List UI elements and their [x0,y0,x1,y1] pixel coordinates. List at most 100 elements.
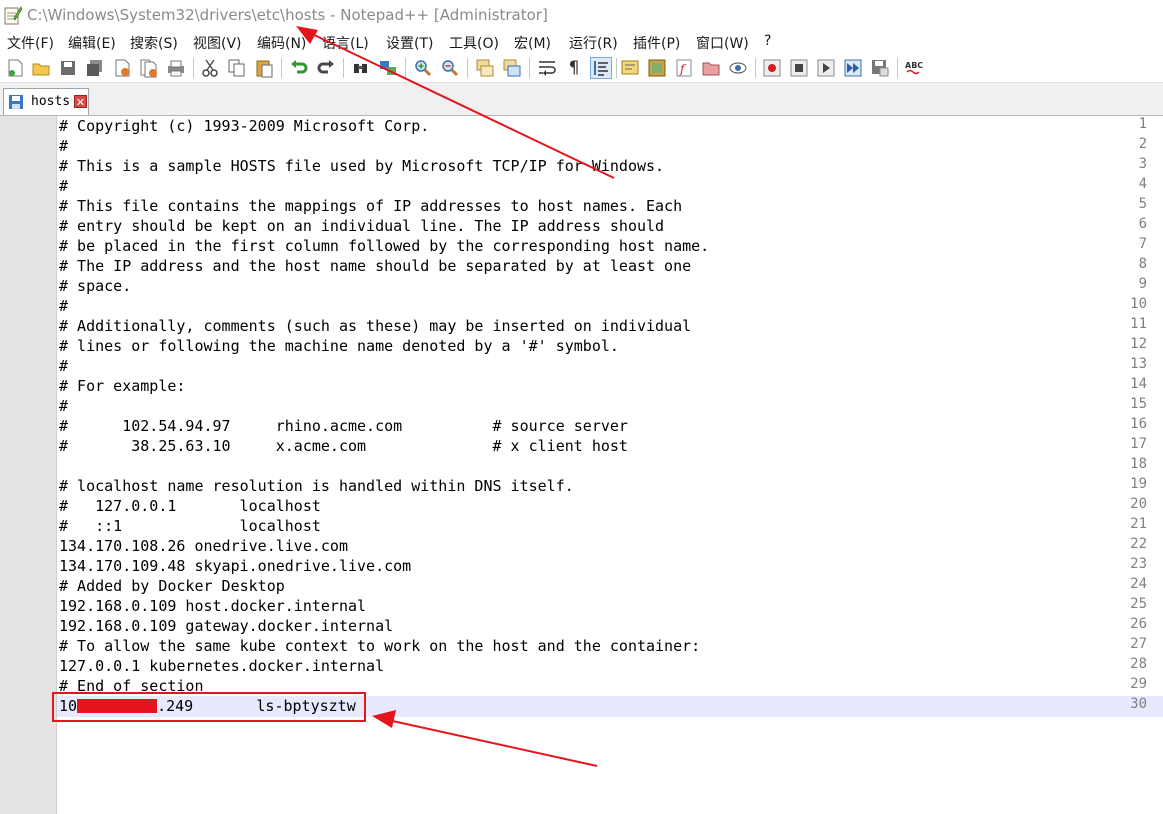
code-line-27[interactable]: # To allow the same kube context to work… [59,636,700,656]
menu-edit[interactable]: 编辑(E) [68,33,116,53]
save-macro-icon[interactable] [870,58,890,78]
code-line-19[interactable]: # localhost name resolution is handled w… [59,476,574,496]
saved-file-icon [9,95,23,109]
code-line-17[interactable]: # 38.25.63.10 x.acme.com # x client host [59,436,628,456]
zoom-out-icon[interactable] [440,58,460,78]
zoom-in-icon[interactable] [413,58,433,78]
toolbar-separator [405,58,406,78]
editor-area[interactable]: 30 10.249 ls-bptysztw 1 # Copyright (c) 1… [0,116,1163,814]
code-line-12[interactable]: # lines or following the machine name de… [59,336,619,356]
code-line-7[interactable]: # be placed in the first column followed… [59,236,709,256]
menu-window[interactable]: 窗口(W) [696,33,749,53]
line-number: 25 [1130,596,1147,612]
find-icon[interactable] [351,58,371,78]
toolbar-separator [343,58,344,78]
copy-icon[interactable] [227,58,247,78]
code-line-29[interactable]: # End of section [59,676,204,696]
code-line-6[interactable]: # entry should be kept on an individual … [59,216,664,236]
line-number-gutter [0,116,57,814]
line-number: 16 [1130,416,1147,432]
menu-macro[interactable]: 宏(M) [514,33,551,53]
toolbar-separator [897,58,898,78]
code-line-8[interactable]: # The IP address and the host name shoul… [59,256,691,276]
open-file-icon[interactable] [31,58,51,78]
code-line-22[interactable]: 134.170.108.26 onedrive.live.com [59,536,348,556]
menu-help[interactable]: ? [764,33,771,49]
close-all-icon[interactable] [139,58,159,78]
menu-encoding[interactable]: 编码(N) [257,33,306,53]
code-line-2[interactable]: # [59,136,68,156]
code-line-28[interactable]: 127.0.0.1 kubernetes.docker.internal [59,656,384,676]
paste-icon[interactable] [254,58,274,78]
menu-file[interactable]: 文件(F) [7,33,54,53]
user-language-icon[interactable] [620,58,640,78]
folder-workspace-icon[interactable] [701,58,721,78]
title-bar: C:\Windows\System32\drivers\etc\hosts - … [0,0,1163,30]
replace-icon[interactable] [378,58,398,78]
line-number: 6 [1138,216,1147,232]
code-line-3[interactable]: # This is a sample HOSTS file used by Mi… [59,156,664,176]
word-wrap-icon[interactable] [537,58,557,78]
print-icon[interactable] [166,58,186,78]
line-number: 4 [1138,176,1147,192]
sync-horizontal-icon[interactable] [502,58,522,78]
play-macro-icon[interactable] [816,58,836,78]
line-number: 8 [1138,256,1147,272]
code-line-4[interactable]: # [59,176,68,196]
menu-settings[interactable]: 设置(T) [386,33,433,53]
redo-icon[interactable] [316,58,336,78]
cut-icon[interactable] [200,58,220,78]
code-line-11[interactable]: # Additionally, comments (such as these)… [59,316,691,336]
menu-search[interactable]: 搜索(S) [130,33,178,53]
toolbar-separator [467,58,468,78]
tab-bar: hosts ✕ [0,83,1163,116]
code-line-1[interactable]: # Copyright (c) 1993-2009 Microsoft Corp… [59,116,429,136]
save-all-icon[interactable] [85,58,105,78]
menu-view[interactable]: 视图(V) [193,33,242,53]
function-list-icon[interactable]: f [674,58,694,78]
line-number: 2 [1138,136,1147,152]
code-line-13[interactable]: # [59,356,68,376]
undo-icon[interactable] [289,58,309,78]
monitor-icon[interactable] [728,58,748,78]
code-line-14[interactable]: # For example: [59,376,185,396]
line-number: 3 [1138,156,1147,172]
line-number: 29 [1130,676,1147,692]
line-number: 23 [1130,556,1147,572]
code-line-23[interactable]: 134.170.109.48 skyapi.onedrive.live.com [59,556,411,576]
code-line-24[interactable]: # Added by Docker Desktop [59,576,285,596]
menu-run[interactable]: 运行(R) [569,33,618,53]
toolbar-separator [616,58,617,78]
code-line-15[interactable]: # [59,396,68,416]
spell-check-icon[interactable]: ABC [904,58,924,78]
save-icon[interactable] [58,58,78,78]
close-icon[interactable] [112,58,132,78]
line-number: 17 [1130,436,1147,452]
tab-close-icon[interactable]: ✕ [74,95,87,109]
sync-vertical-icon[interactable] [475,58,495,78]
code-line-9[interactable]: # space. [59,276,131,296]
code-line-25[interactable]: 192.168.0.109 host.docker.internal [59,596,366,616]
stop-macro-icon[interactable] [789,58,809,78]
code-line-20[interactable]: # 127.0.0.1 localhost [59,496,321,516]
menu-language[interactable]: 语言(L) [322,33,369,53]
line-number: 20 [1130,496,1147,512]
code-line-26[interactable]: 192.168.0.109 gateway.docker.internal [59,616,393,636]
code-line-5[interactable]: # This file contains the mappings of IP … [59,196,682,216]
document-map-icon[interactable] [647,58,667,78]
line-number: 21 [1130,516,1147,532]
toolbar-separator [281,58,282,78]
line-number: 22 [1130,536,1147,552]
code-line-21[interactable]: # ::1 localhost [59,516,321,536]
menu-tools[interactable]: 工具(O) [449,33,499,53]
line-number: 30 [1130,696,1147,712]
code-line-16[interactable]: # 102.54.94.97 rhino.acme.com # source s… [59,416,628,436]
new-file-icon[interactable] [5,58,25,78]
menu-plugins[interactable]: 插件(P) [633,33,680,53]
run-macro-multiple-icon[interactable] [843,58,863,78]
tab-hosts[interactable]: hosts ✕ [3,88,89,115]
record-macro-icon[interactable] [762,58,782,78]
code-line-10[interactable]: # [59,296,68,316]
indent-guide-icon[interactable] [590,57,612,79]
show-all-chars-icon[interactable]: ¶ [564,58,584,78]
